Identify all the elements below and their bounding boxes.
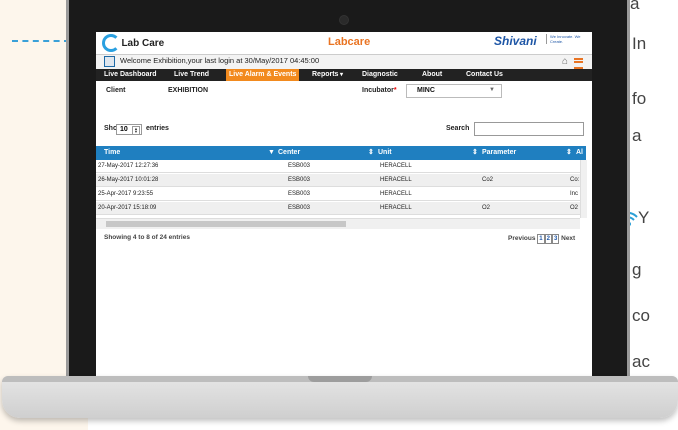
- sort-desc-icon[interactable]: ▼: [268, 146, 275, 160]
- incubator-select[interactable]: MINC ▼: [406, 84, 502, 98]
- pagination: Previous 123 Next: [508, 234, 575, 244]
- hamburger-menu-icon[interactable]: [574, 58, 583, 69]
- vertical-scrollbar[interactable]: [580, 160, 587, 218]
- side-text-2: In: [632, 34, 647, 53]
- avatar[interactable]: [104, 56, 115, 67]
- logo[interactable]: Lab Care: [102, 34, 164, 52]
- client-value: EXHIBITION: [168, 87, 209, 94]
- nav-live-trend[interactable]: Live Trend: [174, 69, 209, 81]
- home-icon[interactable]: ⌂: [562, 56, 568, 67]
- col-time[interactable]: Time: [104, 146, 120, 160]
- col-center[interactable]: Center: [278, 146, 300, 160]
- laptop-base: [2, 376, 678, 418]
- welcome-bar: Welcome Exhibition,your last login at 30…: [96, 54, 592, 70]
- nav-diagnostic[interactable]: Diagnostic: [362, 69, 398, 81]
- required-marker: *: [393, 87, 397, 94]
- entries-info: Showing 4 to 8 of 24 entries: [104, 234, 190, 241]
- table-row[interactable]: 27-May-2017 12:27:36 ESB003 HERACELL: [96, 160, 580, 173]
- next-button[interactable]: Next: [561, 235, 575, 242]
- page-2-button[interactable]: 2: [544, 234, 552, 244]
- col-unit[interactable]: Unit: [378, 146, 392, 160]
- app-header: Lab Care Labcare Shivani We Innovate. We…: [96, 32, 592, 52]
- app-title: Labcare: [328, 36, 371, 48]
- cell-center: ESB003: [288, 163, 311, 169]
- page-1-button[interactable]: 1: [537, 234, 545, 244]
- incubator-label: Incubator*: [362, 87, 397, 94]
- cell-time: 27-May-2017 12:27:36: [98, 163, 159, 169]
- cell-time: 25-Apr-2017 9:23:55: [98, 191, 154, 197]
- col-alarm[interactable]: Al: [576, 146, 583, 160]
- table-row[interactable]: 25-Apr-2017 9:23:55 ESB003 HERACELL Inc: [96, 188, 580, 201]
- table-header: Time ▼ Center ⇕ Unit ⇕ Parameter ⇕ Al: [96, 146, 586, 160]
- side-text-7: co: [632, 306, 650, 325]
- sort-icon[interactable]: ⇕: [566, 146, 572, 160]
- cell-unit: HERACELL: [380, 191, 412, 197]
- table-row[interactable]: 26-May-2017 10:01:28 ESB003 HERACELL Co2…: [96, 174, 580, 187]
- sort-icon[interactable]: ⇕: [368, 146, 374, 160]
- welcome-message: Welcome Exhibition,your last login at 30…: [120, 56, 320, 65]
- entries-label: entries: [146, 125, 169, 132]
- side-text-8: ac: [632, 352, 650, 371]
- brand-slogan: We Innovate. We Create.: [546, 34, 590, 44]
- table-row[interactable]: 20-Apr-2017 15:18:09 ESB003 HERACELL O2 …: [96, 202, 580, 215]
- logo-icon: [102, 34, 120, 52]
- nav-reports[interactable]: Reports: [312, 69, 338, 81]
- laptop-screen: Lab Care Labcare Shivani We Innovate. We…: [96, 32, 592, 376]
- cell-unit: HERACELL: [380, 177, 412, 183]
- laptop-notch: [308, 376, 372, 382]
- dropdown-arrow-icon: ▼: [489, 87, 495, 93]
- logo-text: Lab Care: [121, 37, 165, 49]
- chevron-down-icon[interactable]: ▾: [340, 69, 343, 81]
- brand-logo: Shivani: [494, 34, 537, 48]
- cell-parameter: Co2: [482, 177, 494, 183]
- entries-value: 10: [120, 126, 128, 133]
- main-nav: Live Dashboard Live Trend Live Alarm & E…: [96, 69, 592, 81]
- cell-unit: HERACELL: [380, 205, 412, 211]
- cell-center: ESB003: [288, 191, 311, 197]
- side-text-1: a: [630, 0, 640, 13]
- search-label: Search: [446, 125, 470, 132]
- side-text-4: a: [632, 126, 642, 145]
- previous-button[interactable]: Previous: [508, 235, 535, 242]
- scrollbar-thumb[interactable]: [106, 221, 346, 227]
- table-controls: Show 10 ▲ ▼ entries Search: [96, 122, 592, 138]
- cell-unit: HERACELL: [380, 163, 412, 169]
- table-footer: Showing 4 to 8 of 24 entries Previous 12…: [96, 234, 592, 246]
- cell-alarm: O2: [570, 205, 579, 211]
- filter-panel: Client EXHIBITION Incubator* MINC ▼: [96, 84, 592, 108]
- nav-live-alarm-events[interactable]: Live Alarm & Events: [226, 69, 300, 81]
- nav-contact-us[interactable]: Contact Us: [466, 69, 503, 81]
- cell-alarm: Inc: [570, 191, 579, 197]
- incubator-value: MINC: [417, 87, 435, 94]
- side-text-5: Y: [638, 208, 650, 227]
- page-3-button[interactable]: 3: [551, 234, 560, 244]
- cell-time: 26-May-2017 10:01:28: [98, 177, 159, 183]
- col-parameter[interactable]: Parameter: [482, 146, 516, 160]
- search-input[interactable]: [474, 122, 584, 136]
- cell-alarm: Co:: [570, 177, 580, 183]
- cell-alarm: [570, 160, 580, 172]
- side-text-3: fo: [632, 89, 647, 108]
- cell-parameter: O2: [482, 205, 491, 211]
- side-text-6: g: [632, 260, 642, 279]
- nav-live-dashboard[interactable]: Live Dashboard: [104, 69, 157, 81]
- nav-about[interactable]: About: [422, 69, 442, 81]
- cell-center: ESB003: [288, 177, 311, 183]
- decorative-dashed-line: [12, 40, 70, 42]
- stepper-arrows-icon[interactable]: ▲ ▼: [132, 126, 140, 135]
- sort-icon[interactable]: ⇕: [472, 146, 478, 160]
- client-label: Client: [106, 87, 126, 94]
- entries-per-page-stepper[interactable]: 10 ▲ ▼: [116, 124, 142, 135]
- camera-icon: [339, 15, 349, 25]
- cell-time: 20-Apr-2017 15:18:09: [98, 205, 157, 211]
- horizontal-scrollbar[interactable]: [96, 218, 580, 229]
- cell-center: ESB003: [288, 205, 311, 211]
